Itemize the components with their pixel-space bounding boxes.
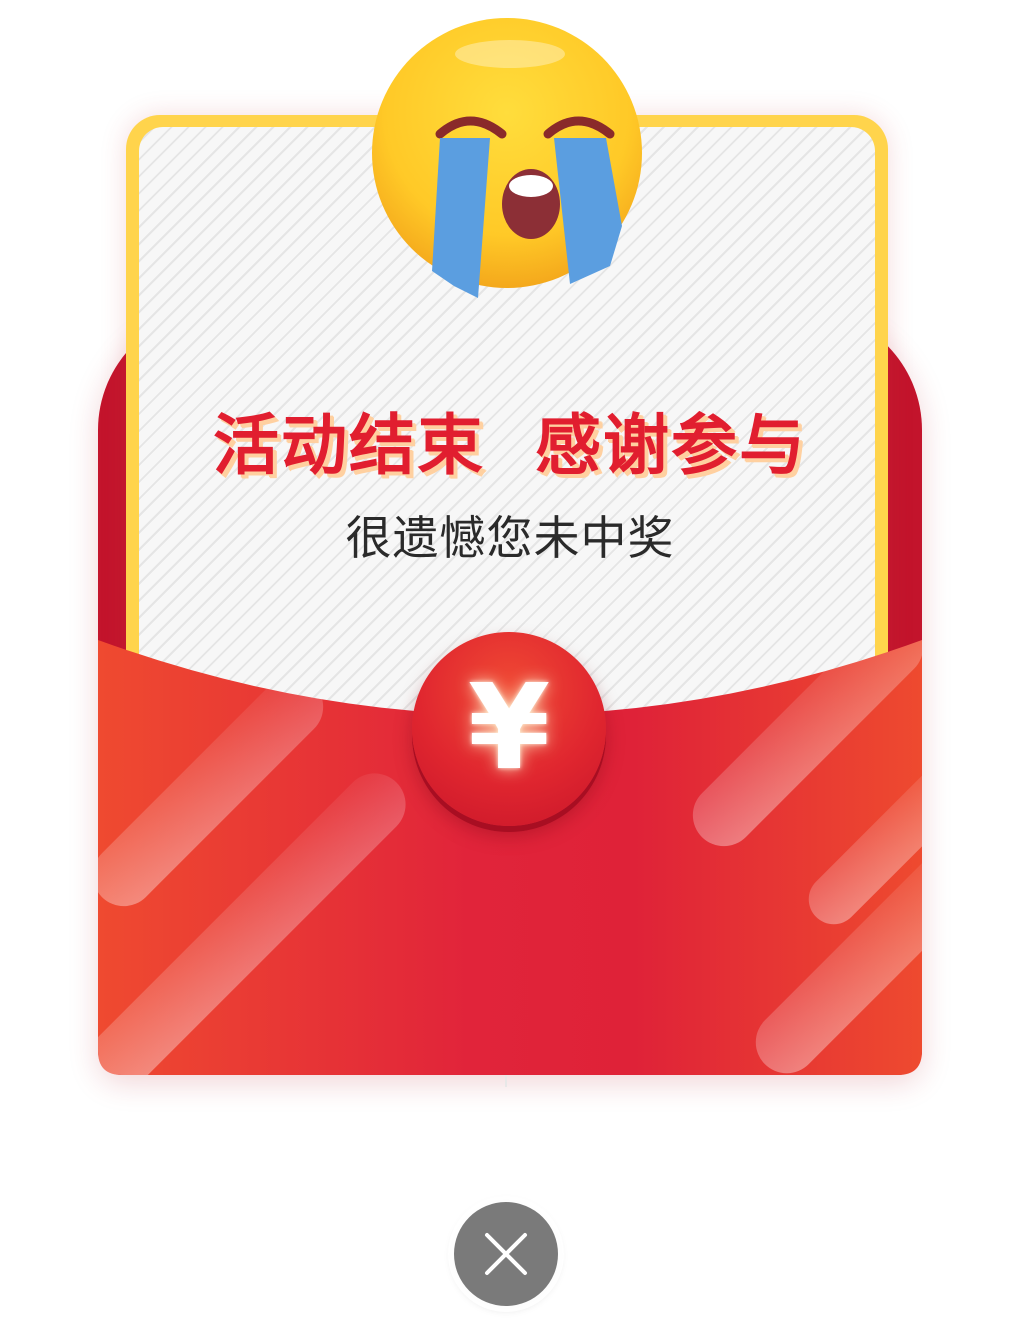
- result-dialog: 活动结束 感谢参与 很遗憾您未中奖 ¥: [0, 0, 1020, 1332]
- dialog-title: 活动结束 感谢参与: [213, 407, 807, 484]
- dialog-subtitle: 很遗憾您未中奖: [345, 511, 675, 565]
- close-icon: [485, 1233, 527, 1275]
- coin-badge: ¥: [412, 632, 606, 826]
- close-button[interactable]: [454, 1202, 558, 1306]
- close-connector-line: [505, 1075, 507, 1087]
- crying-face-icon: [370, 16, 644, 300]
- yuan-icon: ¥: [467, 658, 551, 796]
